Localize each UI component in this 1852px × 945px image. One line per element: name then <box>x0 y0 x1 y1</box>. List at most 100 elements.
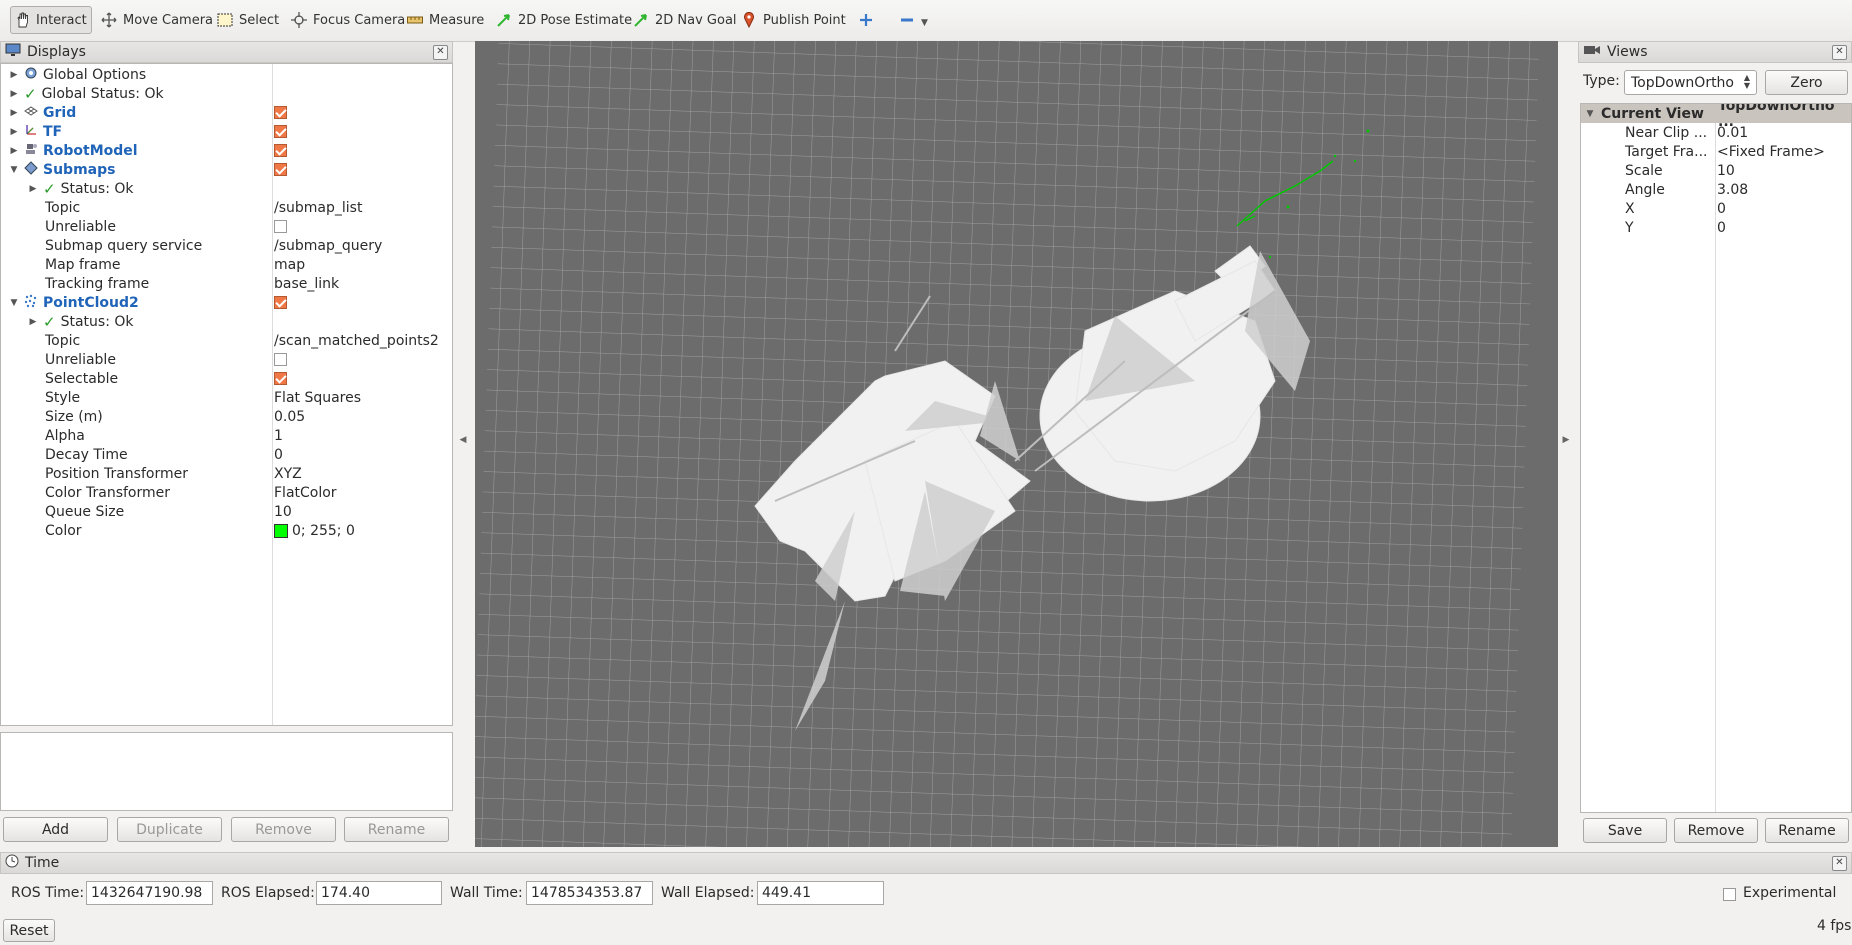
tree-row-value[interactable]: 1 <box>274 428 283 444</box>
reset-button[interactable]: Reset <box>3 919 55 942</box>
tree-row-value[interactable]: Flat Squares <box>274 390 361 406</box>
experimental-checkbox[interactable] <box>1723 888 1736 901</box>
expand-arrow-icon[interactable]: ▶ <box>9 70 19 80</box>
close-icon[interactable]: ✕ <box>1832 45 1847 60</box>
zero-view-button[interactable]: Zero <box>1765 70 1848 95</box>
tf-enabled-checkbox[interactable] <box>274 125 287 138</box>
measure-tool-button[interactable]: Measure <box>402 6 489 34</box>
tree-row-value[interactable]: base_link <box>274 276 339 292</box>
tree-row-property[interactable]: Unreliable <box>1 217 452 236</box>
expand-arrow-icon[interactable]: ▶ <box>9 89 19 99</box>
expand-arrow-icon[interactable]: ▶ <box>28 184 38 194</box>
focus-camera-tool-button[interactable]: Focus Camera <box>286 6 410 34</box>
view-prop-value[interactable]: 0 <box>1717 220 1726 236</box>
view-type-combobox[interactable]: TopDownOrtho ▲ ▼ <box>1624 70 1757 95</box>
tree-row-property[interactable]: Selectable <box>1 369 452 388</box>
tree-row-property[interactable]: Position Transformer XYZ <box>1 464 452 483</box>
tree-row-value[interactable]: /scan_matched_points2 <box>274 333 439 349</box>
view-prop-value[interactable]: 3.08 <box>1717 182 1748 198</box>
2d-nav-goal-tool-button[interactable]: 2D Nav Goal <box>628 6 742 34</box>
tree-row-global-options[interactable]: ▶ Global Options <box>1 65 452 84</box>
view-prop-value[interactable]: 0 <box>1717 201 1726 217</box>
view-prop-row[interactable]: Target Fra... <Fixed Frame> <box>1581 142 1851 161</box>
interact-tool-button[interactable]: Interact <box>10 6 92 34</box>
tree-row-property[interactable]: Submap query service /submap_query <box>1 236 452 255</box>
tree-row-property[interactable]: Color 0; 255; 0 <box>1 521 452 540</box>
tree-row-pointcloud2-status[interactable]: ▶ ✓ Status: Ok <box>1 312 452 331</box>
tree-row-grid[interactable]: ▶ Grid <box>1 103 452 122</box>
tree-row-property[interactable]: Style Flat Squares <box>1 388 452 407</box>
view-prop-value[interactable]: 0.01 <box>1717 125 1748 141</box>
tree-row-property[interactable]: Topic /submap_list <box>1 198 452 217</box>
tree-row-property[interactable]: Decay Time 0 <box>1 445 452 464</box>
move-camera-tool-button[interactable]: Move Camera <box>96 6 218 34</box>
ros-elapsed-field[interactable]: 174.40 <box>316 881 442 905</box>
tree-row-robotmodel[interactable]: ▶ RobotModel <box>1 141 452 160</box>
tree-row-tf[interactable]: ▶ TF <box>1 122 452 141</box>
robotmodel-enabled-checkbox[interactable] <box>274 144 287 157</box>
remove-display-button[interactable]: Remove <box>231 817 336 842</box>
expand-arrow-icon[interactable]: ▶ <box>9 108 19 118</box>
view-prop-value[interactable]: <Fixed Frame> <box>1717 144 1825 160</box>
grid-enabled-checkbox[interactable] <box>274 106 287 119</box>
2d-pose-estimate-tool-button[interactable]: 2D Pose Estimate <box>491 6 637 34</box>
tree-row-value[interactable]: /submap_list <box>274 200 362 216</box>
tree-row-value[interactable]: 0; 255; 0 <box>292 523 355 539</box>
tree-row-value[interactable]: map <box>274 257 305 273</box>
tree-row-global-status[interactable]: ▶ ✓ Global Status: Ok <box>1 84 452 103</box>
right-splitter-handle[interactable]: ▶ <box>1562 430 1570 450</box>
current-view-row[interactable]: ▼ Current View TopDownOrtho ... <box>1581 104 1851 130</box>
render-viewport[interactable] <box>475 41 1558 847</box>
collapse-arrow-icon[interactable]: ▼ <box>9 298 19 308</box>
tree-row-submaps[interactable]: ▼ Submaps <box>1 160 452 179</box>
tree-row-value[interactable]: 0 <box>274 447 283 463</box>
add-tool-button[interactable] <box>853 6 879 34</box>
view-prop-row[interactable]: X 0 <box>1581 199 1851 218</box>
tree-row-submaps-status[interactable]: ▶ ✓ Status: Ok <box>1 179 452 198</box>
tree-row-value[interactable]: 10 <box>274 504 292 520</box>
pointcloud2-enabled-checkbox[interactable] <box>274 296 287 309</box>
submaps-enabled-checkbox[interactable] <box>274 163 287 176</box>
view-prop-row[interactable]: Scale 10 <box>1581 161 1851 180</box>
tree-row-value[interactable]: /submap_query <box>274 238 382 254</box>
left-splitter-handle[interactable]: ◀ <box>459 430 467 450</box>
view-prop-row[interactable]: Y 0 <box>1581 218 1851 237</box>
collapse-arrow-icon[interactable]: ▼ <box>9 165 19 175</box>
publish-point-tool-button[interactable]: Publish Point <box>736 6 851 34</box>
close-icon[interactable]: ✕ <box>433 45 448 60</box>
wall-time-field[interactable]: 1478534353.87 <box>526 881 653 905</box>
tree-row-property[interactable]: Map frame map <box>1 255 452 274</box>
tree-row-property[interactable]: Topic /scan_matched_points2 <box>1 331 452 350</box>
tree-row-property[interactable]: Queue Size 10 <box>1 502 452 521</box>
remove-view-button[interactable]: Remove <box>1674 818 1758 843</box>
tree-row-property[interactable]: Color Transformer FlatColor <box>1 483 452 502</box>
tree-row-pointcloud2[interactable]: ▼ PointCloud2 <box>1 293 452 312</box>
view-prop-row[interactable]: Near Clip ... 0.01 <box>1581 123 1851 142</box>
duplicate-display-button[interactable]: Duplicate <box>117 817 222 842</box>
color-swatch[interactable] <box>274 523 288 538</box>
rename-view-button[interactable]: Rename <box>1765 818 1849 843</box>
expand-arrow-icon[interactable]: ▶ <box>28 317 38 327</box>
tree-row-value[interactable]: XYZ <box>274 466 302 482</box>
tree-row-property[interactable]: Size (m) 0.05 <box>1 407 452 426</box>
select-tool-button[interactable]: Select <box>212 6 284 34</box>
rename-display-button[interactable]: Rename <box>344 817 449 842</box>
tree-row-value[interactable]: 0.05 <box>274 409 305 425</box>
add-display-button[interactable]: Add <box>3 817 108 842</box>
tree-row-property[interactable]: Tracking frame base_link <box>1 274 452 293</box>
ros-time-field[interactable]: 1432647190.98 <box>86 881 213 905</box>
view-prop-value[interactable]: 10 <box>1717 163 1735 179</box>
selectable-checkbox[interactable] <box>274 372 287 385</box>
unreliable-checkbox[interactable] <box>274 220 287 233</box>
close-icon[interactable]: ✕ <box>1832 856 1847 871</box>
tree-row-property[interactable]: Unreliable <box>1 350 452 369</box>
remove-tool-menu-button[interactable]: ▼ <box>894 6 933 34</box>
tree-row-property[interactable]: Alpha 1 <box>1 426 452 445</box>
save-view-button[interactable]: Save <box>1583 818 1667 843</box>
tree-row-value[interactable]: FlatColor <box>274 485 337 501</box>
expand-arrow-icon[interactable]: ▶ <box>9 127 19 137</box>
view-prop-row[interactable]: Angle 3.08 <box>1581 180 1851 199</box>
unreliable-checkbox[interactable] <box>274 353 287 366</box>
wall-elapsed-field[interactable]: 449.41 <box>757 881 884 905</box>
expand-arrow-icon[interactable]: ▶ <box>9 146 19 156</box>
